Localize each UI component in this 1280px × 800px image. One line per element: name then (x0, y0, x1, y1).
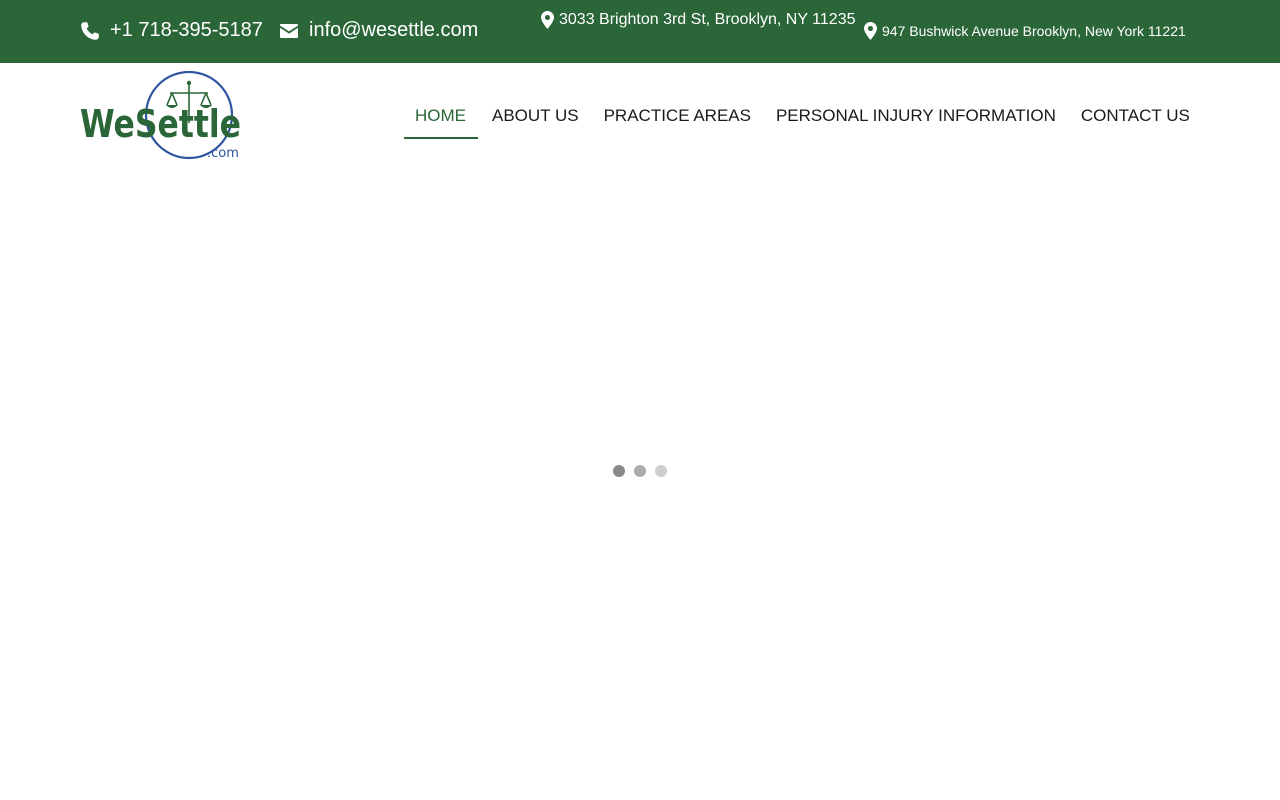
loading-dot (634, 465, 646, 477)
nav-item-home[interactable]: HOME (404, 96, 478, 139)
loading-dot (613, 465, 625, 477)
logo-suffix: .com (207, 146, 239, 161)
logo-wordmark: WeSettle (80, 102, 241, 146)
map-marker-icon (864, 22, 877, 40)
map-marker-icon (541, 11, 554, 29)
wesettle-logo: WeSettle .com (80, 71, 241, 161)
address-1-text: 3033 Brighton 3rd St, Brooklyn, NY 11235 (559, 11, 856, 28)
phone-link[interactable]: +1 718-395-5187 (80, 19, 263, 42)
address-2-text: 947 Bushwick Avenue Brooklyn, New York 1… (882, 23, 1186, 39)
nav-item-about-us[interactable]: ABOUT US (480, 96, 591, 139)
nav-item-practice-areas[interactable]: PRACTICE AREAS (592, 96, 763, 139)
loading-dot (655, 465, 667, 477)
address-2-link[interactable]: 947 Bushwick Avenue Brooklyn, New York 1… (864, 22, 1186, 40)
nav-item-contact-us[interactable]: CONTACT US (1069, 96, 1202, 139)
nav-item-personal-injury-information[interactable]: PERSONAL INJURY INFORMATION (764, 96, 1068, 139)
phone-number: +1 718-395-5187 (110, 19, 263, 41)
top-contact-bar: +1 718-395-5187 info@wesettle.com 3033 B… (0, 0, 1280, 63)
site-header: WeSettle .com HOME ABOUT US PRACTICE ARE… (0, 63, 1280, 173)
email-address: info@wesettle.com (309, 19, 479, 41)
email-link[interactable]: info@wesettle.com (279, 19, 478, 42)
main-navigation: HOME ABOUT US PRACTICE AREAS PERSONAL IN… (404, 96, 1202, 139)
phone-icon (81, 21, 99, 40)
envelope-icon (280, 23, 298, 38)
loading-indicator (613, 465, 667, 477)
address-1-link[interactable]: 3033 Brighton 3rd St, Brooklyn, NY 11235 (541, 11, 855, 29)
